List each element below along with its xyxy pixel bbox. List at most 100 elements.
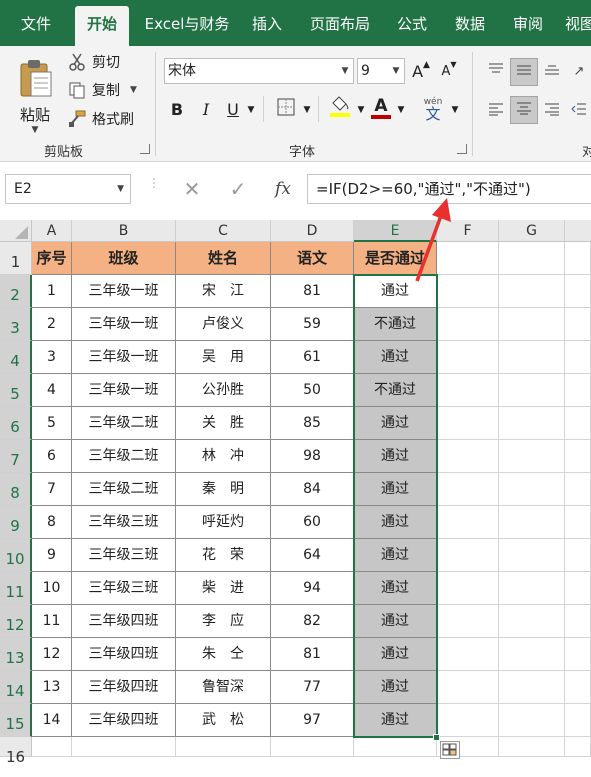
cell-d15[interactable]: 97 [271,704,354,737]
format-painter-button[interactable]: 格式刷 [66,107,134,131]
cell-d6[interactable]: 85 [271,407,354,440]
cell-c11[interactable]: 柴 进 [176,572,271,605]
cell-b12[interactable]: 三年级四班 [72,605,176,638]
tab-home[interactable]: 开始 [75,6,129,46]
row-header-4[interactable]: 4 [0,341,32,374]
cell-b2[interactable]: 三年级一班 [72,275,176,308]
cell-d13[interactable]: 81 [271,638,354,671]
cell-b8[interactable]: 三年级二班 [72,473,176,506]
cell-c15[interactable]: 武 松 [176,704,271,737]
chevron-down-icon[interactable]: ▼ [244,102,258,118]
cell-b14[interactable]: 三年级四班 [72,671,176,704]
bold-button[interactable]: B [166,96,188,122]
row-header-7[interactable]: 7 [0,440,32,473]
column-header-a[interactable]: A [32,220,72,242]
cell-h10[interactable] [565,539,591,572]
cell-b5[interactable]: 三年级一班 [72,374,176,407]
cell-d12[interactable]: 82 [271,605,354,638]
cell-e5[interactable]: 不通过 [354,374,437,407]
cell-f11[interactable] [437,572,499,605]
cell-f4[interactable] [437,341,499,374]
cell-b13[interactable]: 三年级四班 [72,638,176,671]
cell-c16[interactable] [176,737,271,757]
cell-d8[interactable]: 84 [271,473,354,506]
shrink-font-button[interactable]: A ▼ [438,60,460,82]
cell-e9[interactable]: 通过 [354,506,437,539]
cell-g8[interactable] [499,473,565,506]
underline-button[interactable]: U [222,96,244,122]
drag-handle-icon[interactable]: ⋮ [148,177,160,198]
align-top-button[interactable] [484,58,508,84]
cell-c6[interactable]: 关 胜 [176,407,271,440]
column-header-b[interactable]: B [72,220,176,242]
tab-formulas[interactable]: 公式 [386,6,438,46]
font-launcher-icon[interactable] [457,144,467,154]
cell-c10[interactable]: 花 荣 [176,539,271,572]
cell-h12[interactable] [565,605,591,638]
select-all-button[interactable] [0,220,32,242]
font-color-button[interactable]: A [370,94,392,122]
tab-data[interactable]: 数据 [444,6,496,46]
cell-a7[interactable]: 6 [32,440,72,473]
tab-page-layout[interactable]: 页面布局 [300,6,380,46]
cell-f3[interactable] [437,308,499,341]
cell-f15[interactable] [437,704,499,737]
cell-g2[interactable] [499,275,565,308]
cell-a10[interactable]: 9 [32,539,72,572]
chevron-down-icon[interactable]: ▼ [394,102,408,118]
cell-a12[interactable]: 11 [32,605,72,638]
cell-e15[interactable]: 通过 [354,704,437,737]
cell-d3[interactable]: 59 [271,308,354,341]
cell-a8[interactable]: 7 [32,473,72,506]
cell-h1[interactable] [565,242,591,275]
cell-b7[interactable]: 三年级二班 [72,440,176,473]
align-bottom-button[interactable] [540,58,564,84]
cell-h3[interactable] [565,308,591,341]
row-header-1[interactable]: 1 [0,242,32,275]
borders-button[interactable] [273,96,299,122]
cell-f14[interactable] [437,671,499,704]
cell-b4[interactable]: 三年级一班 [72,341,176,374]
tab-file[interactable]: 文件 [8,6,64,46]
cell-c9[interactable]: 呼延灼 [176,506,271,539]
tab-review[interactable]: 审阅 [502,6,554,46]
cell-f6[interactable] [437,407,499,440]
cell-b10[interactable]: 三年级三班 [72,539,176,572]
italic-button[interactable]: I [195,96,217,122]
cell-e12[interactable]: 通过 [354,605,437,638]
font-name-combo[interactable]: 宋体 ▼ [164,58,354,84]
name-box[interactable]: E2 ▼ [5,174,131,204]
cell-d5[interactable]: 50 [271,374,354,407]
font-size-combo[interactable]: 9 ▼ [357,58,405,84]
chevron-down-icon[interactable]: ▼ [388,59,404,83]
column-header-g[interactable]: G [499,220,565,242]
cell-g13[interactable] [499,638,565,671]
cell-g15[interactable] [499,704,565,737]
cell-h14[interactable] [565,671,591,704]
row-header-5[interactable]: 5 [0,374,32,407]
row-header-3[interactable]: 3 [0,308,32,341]
chevron-down-icon[interactable]: ▼ [117,175,124,203]
cell-b16[interactable] [72,737,176,757]
cell-b6[interactable]: 三年级二班 [72,407,176,440]
row-header-6[interactable]: 6 [0,407,32,440]
cell-f13[interactable] [437,638,499,671]
chevron-down-icon[interactable]: ▼ [130,85,137,95]
row-header-12[interactable]: 12 [0,605,32,638]
cell-c7[interactable]: 林 冲 [176,440,271,473]
cell-g7[interactable] [499,440,565,473]
decrease-indent-button[interactable] [568,98,590,124]
cell-d1[interactable]: 语文 [271,242,354,275]
cell-e10[interactable]: 通过 [354,539,437,572]
quick-analysis-button[interactable] [440,741,460,759]
cell-d9[interactable]: 60 [271,506,354,539]
cell-h16[interactable] [565,737,591,757]
cell-b1[interactable]: 班级 [72,242,176,275]
cut-button[interactable]: 剪切 [66,50,120,74]
cell-d10[interactable]: 64 [271,539,354,572]
cell-h13[interactable] [565,638,591,671]
column-header-c[interactable]: C [176,220,271,242]
cell-e16[interactable] [354,737,437,757]
cell-f8[interactable] [437,473,499,506]
cell-g11[interactable] [499,572,565,605]
